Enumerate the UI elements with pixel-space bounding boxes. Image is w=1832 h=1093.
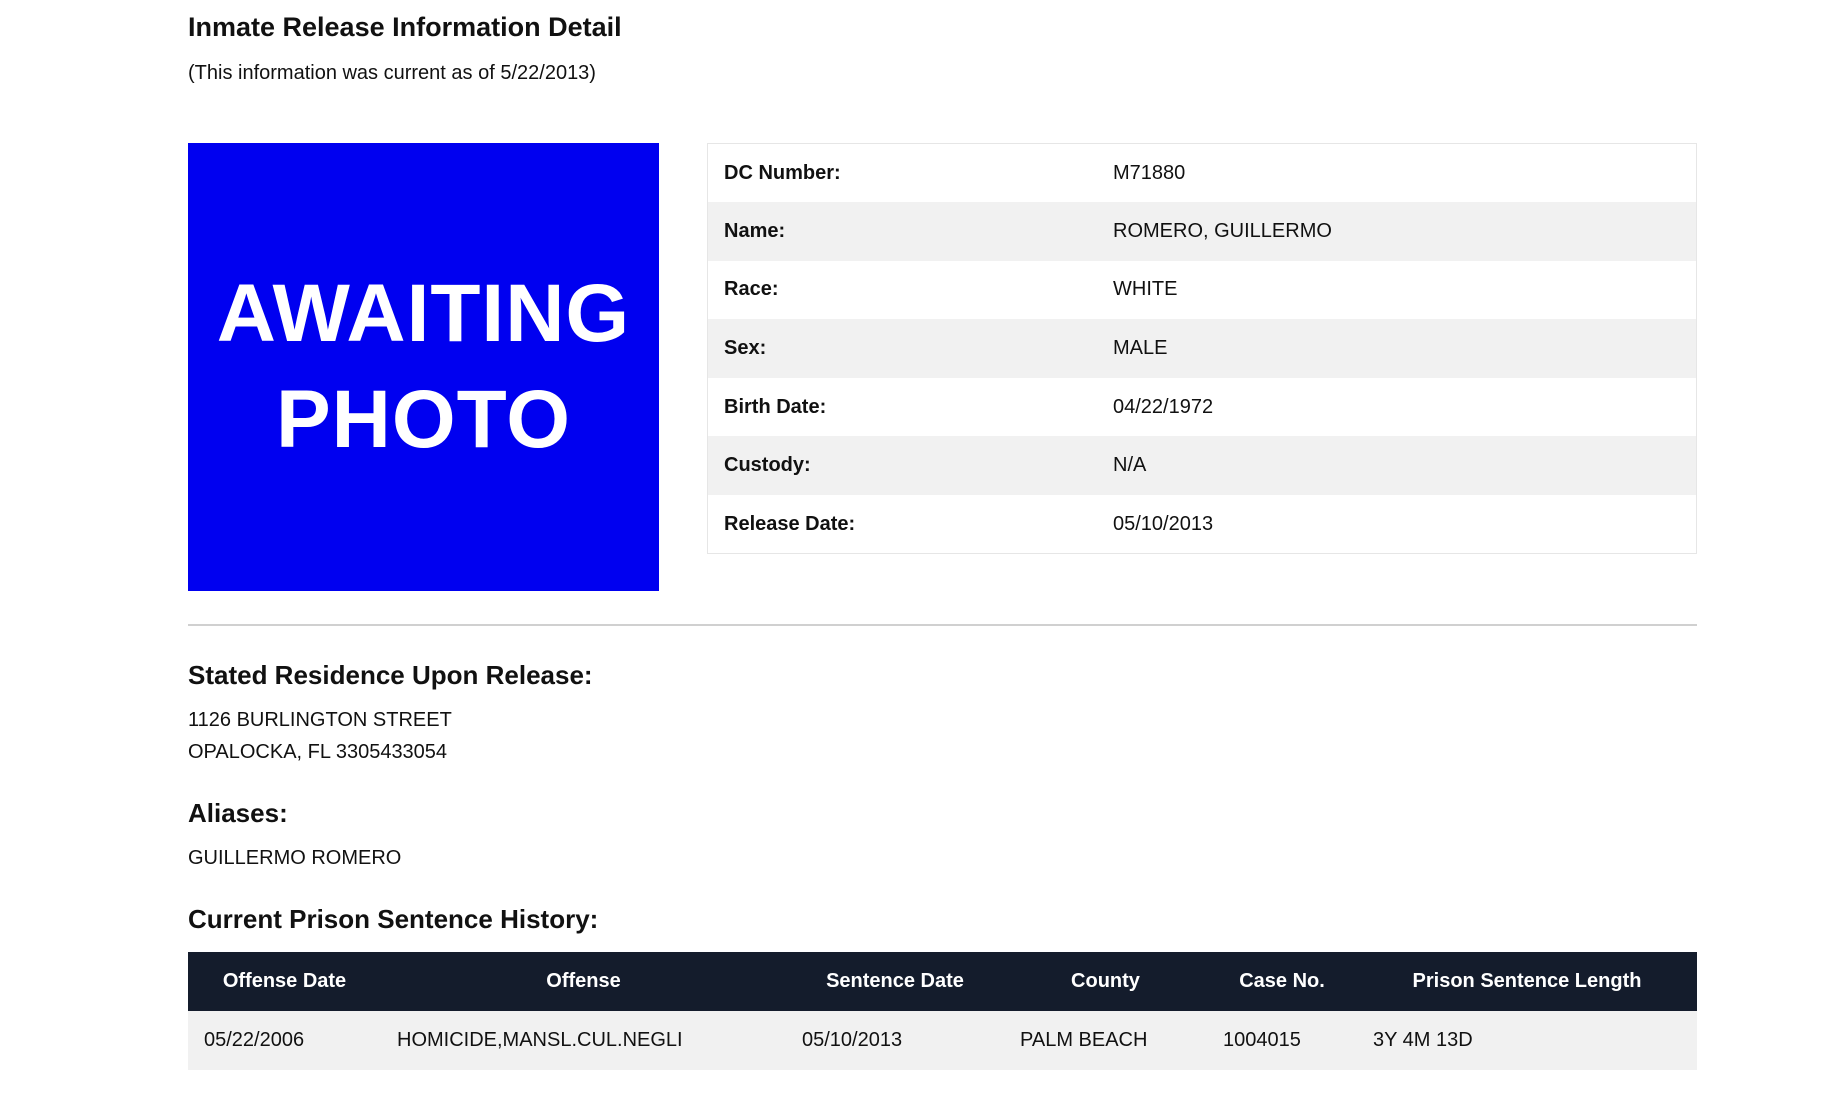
cell-county: PALM BEACH — [1020, 1029, 1148, 1051]
cell-offense-date: 05/22/2006 — [204, 1029, 305, 1051]
release-detail-page: Inmate Release Information Detail (This … — [0, 0, 1832, 1093]
detail-label: Release Date: — [724, 512, 856, 535]
cell-sentence-length: 3Y 4M 13D — [1373, 1029, 1473, 1051]
detail-row-custody: Custody: N/A — [707, 436, 1697, 496]
detail-value: ROMERO, GUILLERMO — [1113, 219, 1332, 242]
detail-value: WHITE — [1113, 278, 1178, 301]
column-header-sentence-date: Sentence Date — [826, 970, 964, 992]
detail-row-dc-number: DC Number: M71880 — [708, 144, 1697, 203]
cell-sentence-date: 05/10/2013 — [802, 1029, 903, 1051]
awaiting-photo-image: AWAITING PHOTO — [188, 143, 659, 591]
cell-case-no: 1004015 — [1223, 1029, 1301, 1051]
detail-row-name: Name: ROMERO, GUILLERMO — [707, 202, 1697, 261]
detail-label: Birth Date: — [724, 395, 827, 418]
detail-row-sex: Sex: MALE — [707, 319, 1697, 378]
detail-value: M71880 — [1113, 161, 1186, 184]
detail-label: Sex: — [724, 337, 767, 360]
page-title: Inmate Release Information Detail — [188, 12, 622, 42]
sentence-history-table: Offense Date Offense Sentence Date Count… — [188, 952, 1697, 1070]
residence-line-street: 1126 BURLINGTON STREET — [188, 709, 452, 731]
detail-value: 04/22/1972 — [1113, 395, 1214, 418]
aliases-heading: Aliases: — [188, 798, 288, 828]
table-row: 05/22/2006 HOMICIDE,MANSL.CUL.NEGLI 05/1… — [188, 1011, 1697, 1070]
sentence-history-heading: Current Prison Sentence History: — [188, 904, 599, 934]
detail-value: 05/10/2013 — [1113, 512, 1214, 535]
section-divider — [188, 624, 1697, 626]
detail-label: DC Number: — [724, 161, 841, 184]
alias-item: GUILLERMO ROMERO — [188, 847, 402, 869]
residence-heading: Stated Residence Upon Release: — [188, 660, 593, 690]
column-header-offense-date: Offense Date — [222, 970, 347, 992]
residence-line-city: OPALOCKA, FL 3305433054 — [188, 741, 448, 763]
photo-text-line1: AWAITING — [216, 268, 631, 359]
column-header-offense: Offense — [546, 970, 621, 992]
column-header-county: County — [1071, 970, 1140, 992]
detail-row-birth-date: Birth Date: 04/22/1972 — [708, 378, 1697, 437]
cell-offense: HOMICIDE,MANSL.CUL.NEGLI — [397, 1029, 683, 1051]
detail-label: Custody: — [724, 454, 811, 477]
detail-label: Race: — [724, 278, 779, 301]
detail-label: Name: — [724, 219, 786, 242]
column-header-case-no: Case No. — [1239, 970, 1325, 992]
table-header-row: Offense Date Offense Sentence Date Count… — [188, 952, 1697, 1011]
column-header-sentence-length: Prison Sentence Length — [1412, 970, 1642, 992]
inmate-details-table: DC Number: M71880 Name: ROMERO, GUILLERM… — [707, 143, 1697, 555]
detail-row-release-date: Release Date: 05/10/2013 — [708, 495, 1697, 554]
detail-row-race: Race: WHITE — [708, 261, 1697, 320]
photo-text-line2: PHOTO — [275, 374, 572, 465]
detail-value: MALE — [1113, 337, 1168, 360]
as-of-note: (This information was current as of 5/22… — [188, 62, 596, 84]
detail-value: N/A — [1113, 454, 1147, 477]
